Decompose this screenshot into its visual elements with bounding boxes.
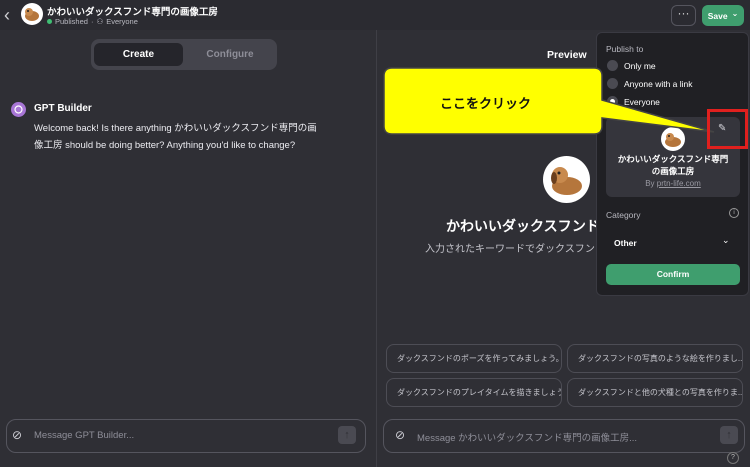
visibility-text: Everyone [106, 17, 138, 26]
author-link[interactable]: prtn-life.com [657, 179, 701, 188]
category-label: Category [606, 210, 641, 220]
card-gpt-name: かわいいダックスフンド専門の画像工房 [617, 154, 729, 176]
chevron-down-icon: ⌄ [731, 8, 739, 18]
status-text: Published [55, 17, 88, 26]
tab-create[interactable]: Create [94, 43, 183, 66]
send-arrow-icon[interactable]: ↑ [720, 426, 738, 444]
builder-name: GPT Builder [34, 103, 92, 114]
gpt-builder-icon [11, 102, 26, 117]
card-author: By prtn-life.com [606, 179, 740, 188]
help-icon[interactable]: ? [727, 452, 739, 464]
attach-icon[interactable]: ⊘ [12, 428, 22, 442]
status-dot-icon [47, 19, 52, 24]
pane-divider [376, 30, 377, 467]
tab-configure[interactable]: Configure [186, 43, 274, 66]
chevron-down-icon: ⌄ [722, 235, 730, 245]
conversation-starter[interactable]: ダックスフンドのポーズを作ってみましょう。 [386, 344, 562, 373]
attach-icon[interactable]: ⊘ [395, 428, 405, 442]
publish-to-label: Publish to [606, 44, 644, 54]
conversation-starter[interactable]: ダックスフンドの写真のような絵を作りまし... [567, 344, 743, 373]
status-separator: · [90, 17, 94, 26]
builder-message: Welcome back! Is there anything かわいいダックス… [34, 123, 317, 151]
preview-avatar [543, 156, 590, 203]
highlight-box [707, 109, 748, 149]
send-arrow-icon[interactable]: ↑ [338, 426, 356, 444]
publish-status: Published · ⚇ Everyone [47, 17, 138, 26]
people-icon: ⚇ [96, 17, 104, 26]
preview-gpt-name: かわいいダックスフンド専 [446, 218, 614, 234]
save-button[interactable]: Save ⌄ [702, 5, 744, 26]
callout-text: ここをクリック [440, 96, 532, 111]
callout-bubble [383, 67, 715, 135]
builder-input-placeholder: Message GPT Builder... [34, 430, 135, 441]
more-options-button[interactable]: ··· [671, 5, 696, 26]
back-arrow-icon[interactable]: ‹ [4, 6, 18, 24]
conversation-starter[interactable]: ダックスフンドのプレイタイムを描きましょう。 [386, 378, 562, 407]
card-by-label: By [645, 179, 657, 188]
info-icon[interactable]: i [729, 208, 739, 218]
confirm-button[interactable]: Confirm [606, 264, 740, 285]
category-value: Other [614, 238, 637, 248]
gpt-title: かわいいダックスフンド専門の画像工房 [47, 7, 218, 18]
preview-gpt-description: 入力されたキーワードでダックスフント [425, 244, 605, 255]
conversation-starter[interactable]: ダックスフンドと他の犬種との写真を作りま... [567, 378, 743, 407]
preview-input-placeholder: Message かわいいダックスフンド専門の画像工房... [417, 433, 638, 444]
save-label: Save [707, 10, 728, 21]
gpt-avatar [21, 3, 43, 25]
